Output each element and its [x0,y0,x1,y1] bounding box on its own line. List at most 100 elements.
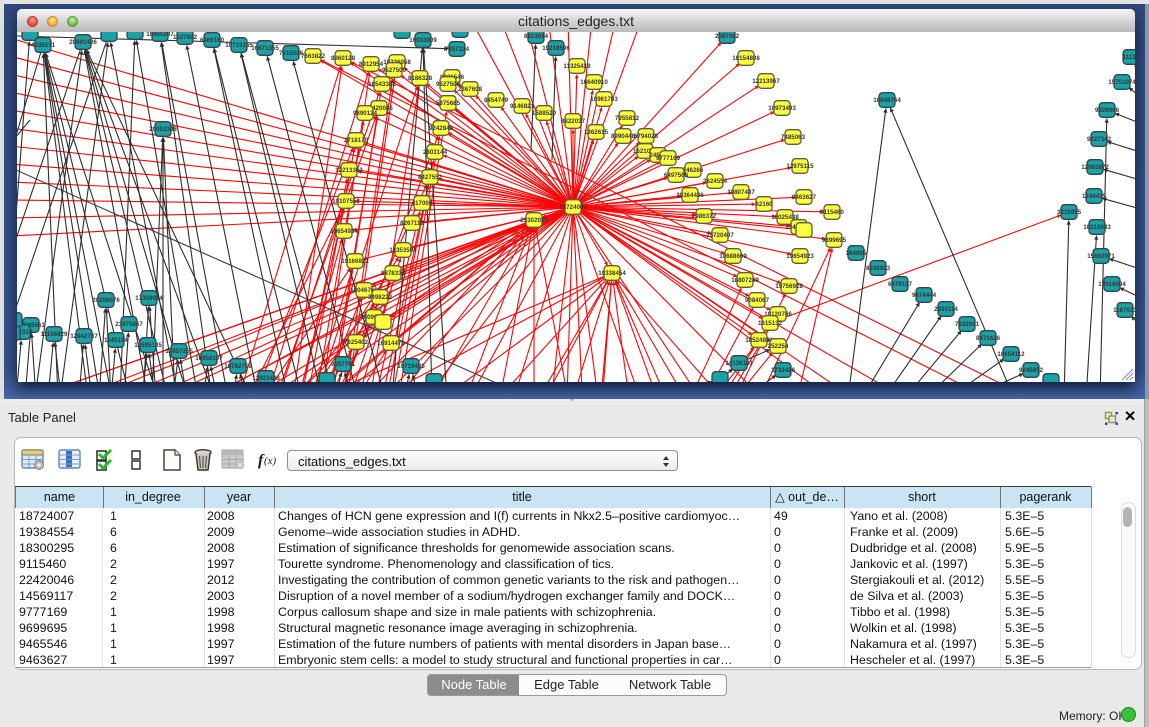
svg-text:17957255: 17957255 [165,348,193,355]
svg-text:8454749: 8454749 [484,97,509,104]
svg-text:9242848: 9242848 [429,125,454,132]
svg-text:8813054: 8813054 [524,33,549,40]
svg-text:11123: 11123 [1123,54,1135,61]
svg-text:1527602: 1527602 [173,34,198,41]
svg-text:12942737: 12942737 [70,333,98,340]
svg-text:1145194: 1145194 [104,337,128,344]
svg-text:9329966: 9329966 [1095,107,1120,114]
svg-text:12923448: 12923448 [252,375,280,382]
svg-text:12975115: 12975115 [786,163,814,170]
svg-text:10688609: 10688609 [719,253,747,260]
svg-text:16154808: 16154808 [732,55,760,62]
svg-text:10961763: 10961763 [590,96,618,103]
svg-text:16640910: 16640910 [580,79,608,86]
svg-text:15692971: 15692971 [1087,253,1115,260]
svg-text:252254: 252254 [768,343,789,350]
svg-text:10654112: 10654112 [997,351,1025,358]
svg-text:9527500: 9527500 [382,67,407,74]
svg-text:19716485: 19716485 [397,363,425,370]
svg-text:12093872: 12093872 [1081,164,1109,171]
svg-text:7625402: 7625402 [344,339,369,346]
svg-text:8960128: 8960128 [331,55,356,62]
svg-text:9146821: 9146821 [510,103,535,110]
svg-text:14136141: 14136141 [725,360,753,367]
svg-text:23975867: 23975867 [115,321,143,328]
svg-text:9857791: 9857791 [331,361,356,368]
svg-text:9084067: 9084067 [745,297,770,304]
svg-text:7663822: 7663822 [301,53,326,60]
svg-text:6794028: 6794028 [634,133,659,140]
svg-text:9474444: 9474444 [912,292,937,299]
svg-text:23302015: 23302015 [520,217,548,224]
svg-text:19218506: 19218506 [542,45,570,52]
svg-text:3498222: 3498222 [368,294,393,301]
svg-text:8822037: 8822037 [561,118,586,125]
svg-text:12505135: 12505135 [134,342,162,349]
svg-text:20206576: 20206576 [92,297,120,304]
svg-text:7515526: 7515526 [279,50,304,57]
svg-text:1167533: 1167533 [1113,307,1135,314]
svg-text:10855287: 10855287 [146,32,174,38]
svg-text:2718170: 2718170 [344,137,369,144]
svg-text:9777169: 9777169 [656,155,681,162]
svg-text:17016504: 17016504 [1098,281,1126,288]
svg-text:8427552: 8427552 [418,174,443,181]
svg-text:9463627: 9463627 [792,194,817,201]
svg-text:3624554: 3624554 [703,178,728,185]
svg-text:2687682: 2687682 [715,33,740,40]
svg-text:19654934: 19654934 [330,228,358,235]
svg-text:19654923: 19654923 [786,253,814,260]
svg-text:1733426: 1733426 [771,367,796,374]
svg-text:417006: 417006 [412,200,433,207]
svg-text:16210643: 16210643 [1083,224,1111,231]
svg-text:10719155: 10719155 [225,42,253,49]
svg-text:6466160: 6466160 [200,37,225,44]
svg-text:16914479: 16914479 [377,340,405,347]
svg-text:6497568: 6497568 [664,172,689,179]
svg-text:16671355: 16671355 [251,45,279,52]
svg-text:(x): (x) [264,455,277,467]
svg-text:1244415: 1244415 [1082,193,1107,200]
svg-text:7955812: 7955812 [615,115,640,122]
svg-text:2803144: 2803144 [423,149,448,156]
svg-text:19166822: 19166822 [341,258,369,265]
svg-text:4035571: 4035571 [31,42,56,49]
svg-text:19756928: 19756928 [775,283,803,290]
svg-text:2367608: 2367608 [458,86,483,93]
svg-text:7357224: 7357224 [445,46,470,53]
svg-text:9115460: 9115460 [820,209,844,216]
svg-text:11325419: 11325419 [563,63,591,70]
svg-text:8912954: 8912954 [359,61,384,68]
svg-text:10107553: 10107553 [332,198,360,205]
svg-text:16033809: 16033809 [409,37,437,44]
svg-text:19338454: 19338454 [598,270,626,277]
svg-text:17359924: 17359924 [135,295,163,302]
svg-text:10807487: 10807487 [727,189,755,196]
svg-text:16782759: 16782759 [224,363,252,370]
svg-text:9245652: 9245652 [1019,367,1044,374]
svg-text:8186328: 8186328 [408,75,433,82]
svg-text:10973493: 10973493 [768,105,796,112]
svg-text:5875685: 5875685 [436,100,461,107]
svg-text:7986372: 7986372 [692,213,717,220]
svg-text:9227342: 9227342 [1087,136,1112,143]
svg-text:9890124: 9890124 [353,110,378,117]
svg-text:11156829: 11156829 [41,331,68,338]
svg-text:3215955: 3215955 [1057,209,1082,216]
svg-text:1362615: 1362615 [584,129,609,136]
svg-text:10958107: 10958107 [195,355,223,362]
svg-text:7485063: 7485063 [781,134,806,141]
svg-text:8938923: 8938923 [866,265,891,272]
svg-text:16543382: 16543382 [368,81,396,88]
svg-text:18724007: 18724007 [559,204,587,211]
svg-text:11353594: 11353594 [389,247,417,254]
svg-text:20053346: 20053346 [149,126,177,133]
svg-text:7632621: 7632621 [955,321,980,328]
svg-text:62160: 62160 [755,201,773,208]
svg-text:1615132: 1615132 [758,320,783,327]
svg-text:12213967: 12213967 [752,78,780,85]
svg-text:9527508: 9527508 [436,81,461,88]
svg-text:15751074: 15751074 [1108,79,1135,86]
svg-text:2935114: 2935114 [934,306,958,313]
svg-text:20691406: 20691406 [69,39,97,46]
